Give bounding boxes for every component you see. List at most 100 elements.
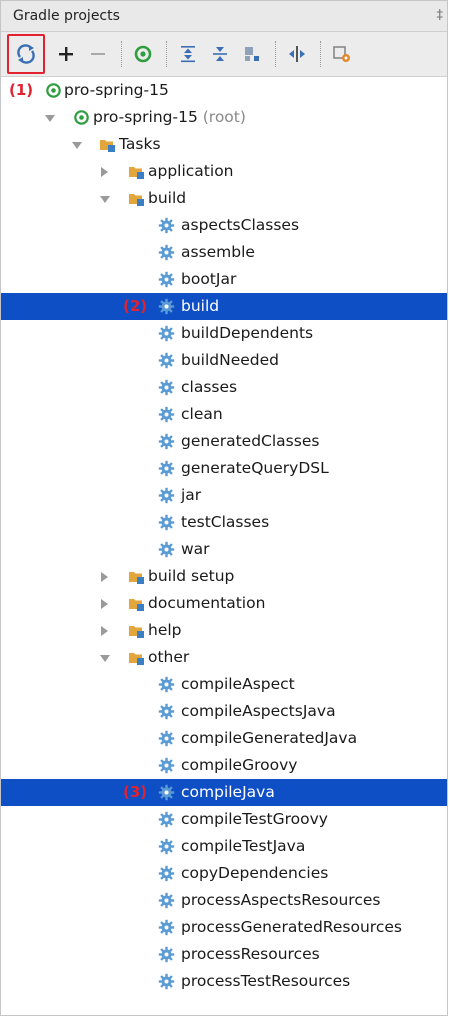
gear-task-icon [158,433,175,450]
offline-mode-button[interactable] [237,37,267,71]
expanded-arrow-icon[interactable] [45,115,55,122]
tree-node-group-build[interactable]: build [1,185,447,212]
task-label: processResources [181,945,320,963]
task-item[interactable]: compileAspectsJava [1,698,447,725]
gear-task-icon [158,676,175,693]
group-label: application [148,162,234,180]
task-item[interactable]: processGeneratedResources [1,914,447,941]
gear-task-icon [158,487,175,504]
task-folder-icon [129,572,144,584]
callout-1: (1) [9,81,34,99]
tree-node-group-documentation[interactable]: documentation [1,590,447,617]
project-label: pro-spring-15 [64,81,169,99]
execute-task-button[interactable] [128,37,158,71]
gradle-module-icon [74,110,89,125]
expand-all-button[interactable] [173,37,203,71]
collapsed-arrow-icon[interactable] [101,167,108,177]
tree-node-group-application[interactable]: application [1,158,447,185]
tree-node-tasks[interactable]: Tasks [1,131,447,158]
expanded-arrow-icon[interactable] [100,655,110,662]
gear-task-icon [158,460,175,477]
task-label: compileTestJava [181,837,306,855]
refresh-icon [17,44,35,64]
gear-task-icon [158,892,175,909]
expanded-arrow-icon[interactable] [100,196,110,203]
task-label: generateQueryDSL [181,459,329,477]
group-label: build setup [148,567,235,585]
collapsed-arrow-icon[interactable] [101,626,108,636]
task-item[interactable]: processAspectsResources [1,887,447,914]
group-label: documentation [148,594,266,612]
tree-node-group-other[interactable]: other [1,644,447,671]
task-item[interactable]: compileGeneratedJava [1,725,447,752]
task-item[interactable]: war [1,536,447,563]
gear-task-icon [158,352,175,369]
task-item[interactable]: jar [1,482,447,509]
task-label: build [181,297,220,315]
task-item[interactable]: compileTestJava [1,833,447,860]
task-label: generatedClasses [181,432,320,450]
tree-node-group-help[interactable]: help [1,617,447,644]
expanded-arrow-icon[interactable] [72,142,82,149]
task-item[interactable]: (2) build [1,293,447,320]
gear-task-icon [158,757,175,774]
task-item[interactable]: buildDependents [1,320,447,347]
gradle-project-icon [46,83,61,98]
task-item[interactable]: clean [1,401,447,428]
gear-task-icon [158,325,175,342]
pin-icon[interactable]: ‡ [437,8,444,23]
task-label: compileAspectsJava [181,702,336,720]
callout-label: (2) [123,297,148,315]
task-folder-icon [129,653,144,665]
task-item[interactable]: buildNeeded [1,347,447,374]
toolbar-separator [121,41,122,67]
task-label: assemble [181,243,255,261]
task-item[interactable]: generatedClasses [1,428,447,455]
gradle-execute-icon [134,45,152,63]
task-label: buildDependents [181,324,314,342]
collapse-all-button[interactable] [205,37,235,71]
group-label: build [148,189,187,207]
toggle-dependencies-button[interactable] [282,37,312,71]
toolbar-separator [275,41,276,67]
gradle-settings-icon [333,46,350,62]
group-label: help [148,621,182,639]
task-item[interactable]: compileAspect [1,671,447,698]
task-item[interactable]: bootJar [1,266,447,293]
task-item[interactable]: (3) compileJava [1,779,447,806]
tree-node-project[interactable]: (1) pro-spring-15 [1,77,447,104]
settings-button[interactable] [327,37,357,71]
task-label: processAspectsResources [181,891,381,909]
task-label: classes [181,378,238,396]
task-label: processTestResources [181,972,351,990]
tree-node-root-module[interactable]: pro-spring-15 (root) [1,104,447,131]
task-item[interactable]: processResources [1,941,447,968]
task-item[interactable]: classes [1,374,447,401]
task-item[interactable]: compileTestGroovy [1,806,447,833]
split-icon [289,46,305,62]
collapse-all-icon [213,47,227,61]
gear-task-icon [158,514,175,531]
gear-task-icon [158,541,175,558]
gradle-projects-panel: Gradle projects ‡ (1) pro-spring-15 pro-… [0,0,448,1016]
gear-task-icon [158,406,175,423]
remove-button[interactable] [83,37,113,71]
refresh-all-button[interactable] [7,34,45,74]
tree-node-group-build-setup[interactable]: build setup [1,563,447,590]
add-button[interactable] [51,37,81,71]
task-item[interactable]: compileGroovy [1,752,447,779]
task-item[interactable]: assemble [1,239,447,266]
gear-task-icon [158,865,175,882]
task-item[interactable]: generateQueryDSL [1,455,447,482]
callout-label: (3) [123,783,148,801]
task-item[interactable]: aspectsClasses [1,212,447,239]
task-item[interactable]: testClasses [1,509,447,536]
task-item[interactable]: copyDependencies [1,860,447,887]
tasks-label: Tasks [119,135,161,153]
task-label: compileTestGroovy [181,810,328,828]
collapsed-arrow-icon[interactable] [101,572,108,582]
task-item[interactable]: processTestResources [1,968,447,995]
collapsed-arrow-icon[interactable] [101,599,108,609]
gear-task-icon [158,838,175,855]
panel-header: Gradle projects ‡ [1,1,447,32]
